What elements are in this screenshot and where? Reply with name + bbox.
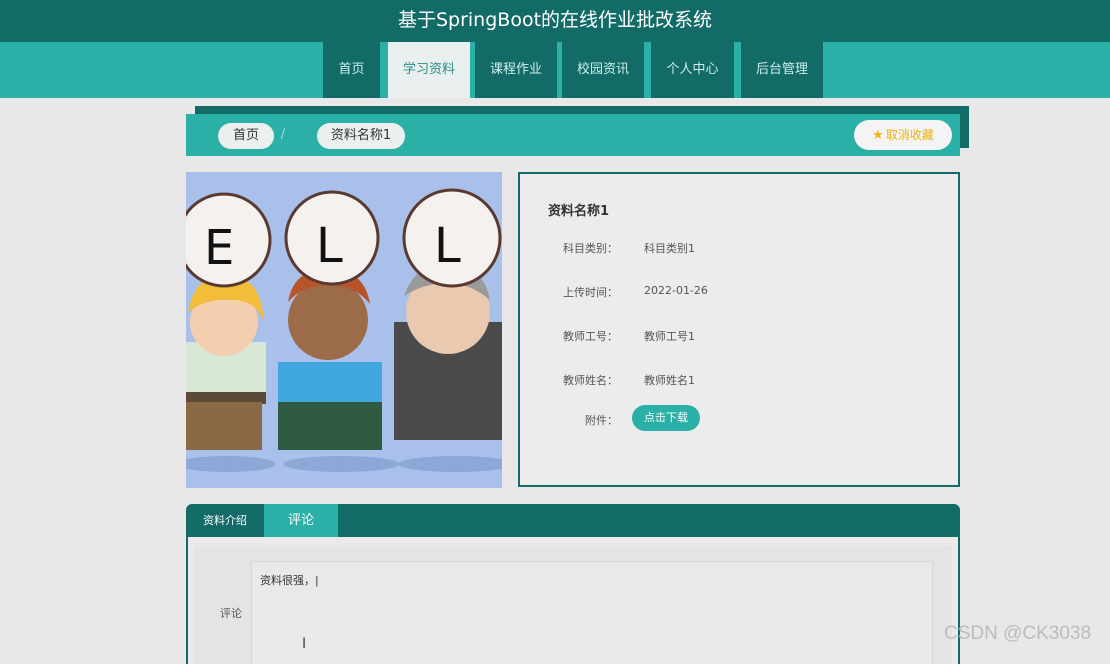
site-title: 基于SpringBoot的在线作业批改系统 [0, 0, 1110, 42]
teacher-id-label: 教师工号： [563, 330, 618, 343]
breadcrumb-current: 资料名称1 [317, 123, 405, 149]
text-cursor-icon: I [302, 636, 307, 652]
teacher-id-value: 教师工号1 [644, 330, 695, 343]
nav-campus-news[interactable]: 校园资讯 [562, 42, 644, 98]
nav-admin[interactable]: 后台管理 [741, 42, 823, 98]
comment-input[interactable]: 资料很强，| [251, 561, 933, 664]
download-button[interactable]: 点击下载 [632, 405, 700, 431]
breadcrumb: 首页 / 资料名称1 ★ 取消收藏 [186, 114, 960, 156]
breadcrumb-home[interactable]: 首页 [218, 123, 274, 149]
attachment-label: 附件： [585, 414, 618, 427]
nav-study-materials[interactable]: 学习资料 [388, 42, 470, 98]
unfavorite-button[interactable]: ★ 取消收藏 [854, 120, 952, 150]
breadcrumb-separator: / [280, 127, 286, 142]
subject-value: 科目类别1 [644, 242, 695, 255]
teacher-name-label: 教师姓名： [563, 374, 618, 387]
nav-home[interactable]: 首页 [323, 42, 380, 98]
svg-text:L: L [316, 218, 343, 274]
material-info-card: 资料名称1 科目类别： 科目类别1 上传时间： 2022-01-26 教师工号：… [518, 172, 960, 487]
star-icon: ★ [872, 128, 884, 143]
teacher-name-value: 教师姓名1 [644, 374, 695, 387]
tab-material-intro[interactable]: 资料介绍 [186, 504, 264, 537]
svg-text:E: E [204, 220, 234, 276]
upload-time-value: 2022-01-26 [644, 284, 708, 297]
upload-time-label: 上传时间： [563, 286, 618, 299]
material-title: 资料名称1 [548, 204, 610, 219]
main-nav: 首页 学习资料 课程作业 校园资讯 个人中心 后台管理 [0, 42, 1110, 98]
nav-course-homework[interactable]: 课程作业 [475, 42, 557, 98]
unfavorite-label: 取消收藏 [885, 128, 934, 142]
cover-illustration: E L L [186, 172, 502, 488]
nav-personal-center[interactable]: 个人中心 [651, 42, 734, 98]
material-cover-image: E L L [186, 172, 502, 488]
watermark: CSDN @CK3038 [944, 623, 1092, 644]
comment-label: 评论 [220, 607, 242, 620]
svg-text:L: L [434, 218, 461, 274]
subject-label: 科目类别： [563, 242, 618, 255]
tab-comments[interactable]: 评论 [264, 504, 338, 537]
